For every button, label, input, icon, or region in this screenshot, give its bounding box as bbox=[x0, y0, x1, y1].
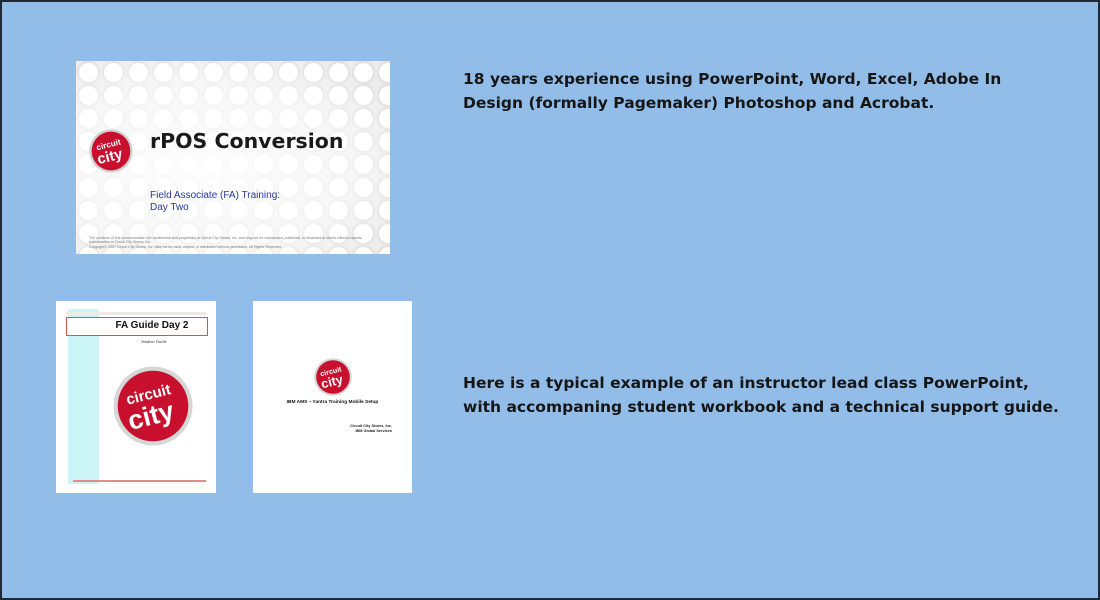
technical-guide-thumbnail: circuit city IBM AMS – Yantra Training M… bbox=[253, 301, 412, 493]
ppt-title: rPOS Conversion bbox=[150, 129, 344, 153]
skills-caption: 18 years experience using PowerPoint, Wo… bbox=[463, 70, 1002, 112]
slide: circuit city rPOS Conversion Field Assoc… bbox=[0, 0, 1100, 600]
workbook-subtitle: Student Guide bbox=[141, 339, 167, 344]
tech-guide-company: Circuit City Stores, Inc. IBM Global Ser… bbox=[350, 424, 392, 434]
ppt-subtitle: Field Associate (FA) Training: Day Two bbox=[150, 190, 280, 214]
ppt-subtitle-line2: Day Two bbox=[150, 202, 189, 213]
ppt-subtitle-line1: Field Associate (FA) Training: bbox=[150, 190, 281, 201]
example-caption: Here is a typical example of an instruct… bbox=[463, 374, 1059, 416]
circuit-city-logo: circuit city bbox=[113, 366, 193, 446]
workbook-top-rule bbox=[66, 312, 206, 315]
student-workbook-thumbnail: FA Guide Day 2 Student Guide circuit cit… bbox=[56, 301, 216, 493]
circuit-city-logo: circuit city bbox=[314, 358, 352, 396]
ppt-legal-line1: The contents of this communication are c… bbox=[89, 236, 363, 245]
powerpoint-slide-thumbnail: circuit city rPOS Conversion Field Assoc… bbox=[76, 61, 390, 254]
workbook-title-box: FA Guide Day 2 bbox=[66, 317, 208, 336]
workbook-bottom-rule bbox=[73, 480, 206, 482]
tech-guide-company-line2: IBM Global Services bbox=[355, 429, 392, 433]
ppt-legal-line2: Copyright© 2007 Circuit City Stores, Inc… bbox=[89, 244, 282, 249]
circuit-city-logo: circuit city bbox=[89, 129, 133, 173]
tech-guide-title: IBM AMS – Yantra Training Mobile Setup bbox=[286, 400, 379, 405]
workbook-title: FA Guide Day 2 bbox=[115, 320, 189, 331]
ppt-legal-notice: The contents of this communication are c… bbox=[89, 236, 379, 249]
